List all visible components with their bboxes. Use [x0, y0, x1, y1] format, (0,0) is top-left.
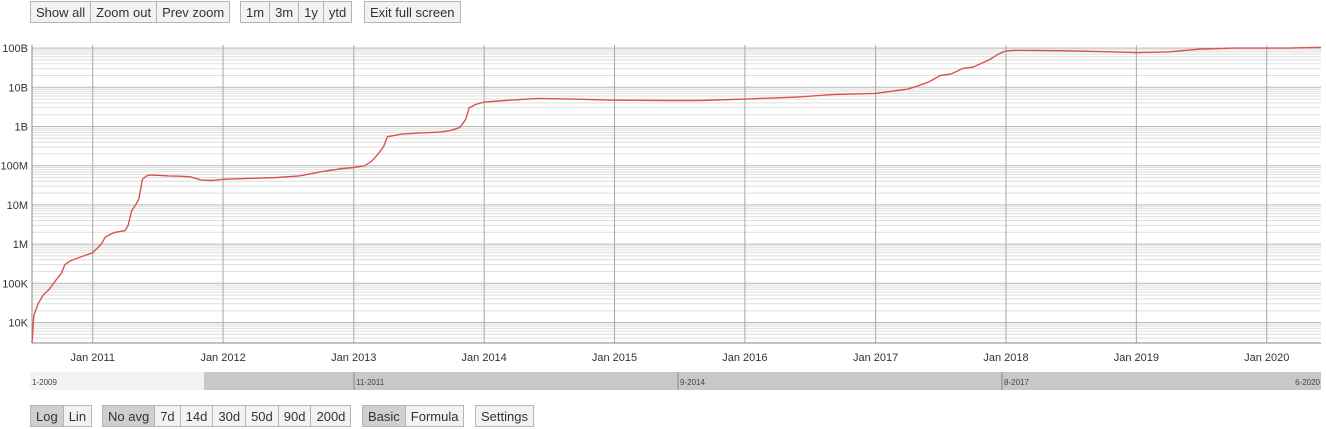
- navigator-label: 8-2017: [1004, 378, 1029, 387]
- y-tick-label: 1B: [15, 122, 28, 134]
- x-tick-label: Jan 2012: [200, 352, 245, 364]
- x-tick-label: Jan 2013: [331, 352, 376, 364]
- scale-button-group: Log Lin: [30, 405, 93, 427]
- y-tick-label: 1M: [13, 239, 28, 251]
- navigator-label: 11-2011: [356, 378, 385, 387]
- navigator-label: 9-2014: [680, 378, 705, 387]
- avg-7d-button[interactable]: 7d: [154, 405, 181, 427]
- range-navigator[interactable]: 1-2009 11-2011 9-2014 8-2017 6-2020: [30, 372, 1321, 390]
- x-tick-label: Jan 2017: [853, 352, 898, 364]
- navigator-label: 1-2009: [32, 378, 57, 387]
- y-tick-label: 100B: [2, 43, 28, 55]
- log-scale-button[interactable]: Log: [30, 405, 64, 427]
- avg-30d-button[interactable]: 30d: [212, 405, 247, 427]
- avg-200d-button[interactable]: 200d: [310, 405, 352, 427]
- plot-area: [32, 45, 1321, 343]
- avg-90d-button[interactable]: 90d: [277, 405, 312, 427]
- avg-50d-button[interactable]: 50d: [245, 405, 279, 427]
- grid: [32, 45, 1321, 344]
- y-tick-label: 10B: [8, 82, 28, 94]
- x-tick-label: Jan 2019: [1114, 352, 1159, 364]
- x-tick-label: Jan 2016: [722, 352, 767, 364]
- x-tick-label: Jan 2015: [592, 352, 637, 364]
- x-tick-label: Jan 2020: [1244, 352, 1289, 364]
- y-tick-label: 10K: [8, 318, 28, 330]
- navigator-label: 6-2020: [1295, 378, 1320, 387]
- settings-button-group: Settings: [475, 405, 534, 427]
- settings-button[interactable]: Settings: [475, 405, 534, 427]
- lin-scale-button[interactable]: Lin: [62, 405, 93, 427]
- chart[interactable]: 10K 100K 1M 10M 100M 1B 10B 100B Jan 2011 Jan 201…: [0, 0, 1326, 429]
- x-tick-label: Jan 2014: [462, 352, 507, 364]
- mode-button-group: Basic Formula: [362, 405, 465, 427]
- formula-mode-button[interactable]: Formula: [404, 405, 465, 427]
- no-avg-button[interactable]: No avg: [102, 405, 156, 427]
- x-tick-label: Jan 2018: [983, 352, 1028, 364]
- x-tick-label: Jan 2011: [70, 352, 114, 364]
- y-tick-label: 100K: [2, 278, 28, 290]
- y-tick-label: 100M: [0, 161, 28, 173]
- average-button-group: No avg 7d 14d 30d 50d 90d 200d: [102, 405, 352, 427]
- avg-14d-button[interactable]: 14d: [179, 405, 214, 427]
- y-tick-label: 10M: [7, 200, 28, 212]
- basic-mode-button[interactable]: Basic: [362, 405, 406, 427]
